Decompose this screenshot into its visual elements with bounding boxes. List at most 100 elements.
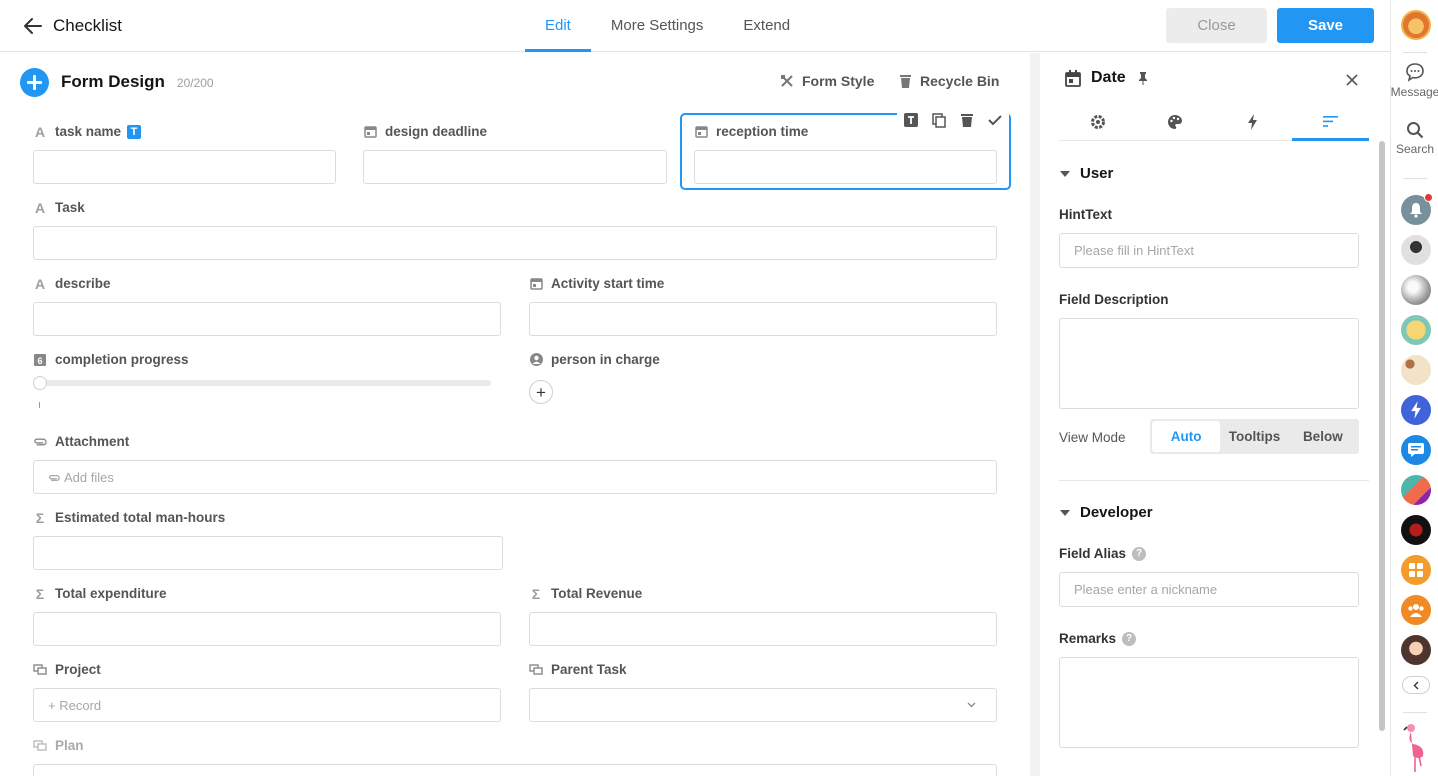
- add-files-dropzone[interactable]: Add files: [33, 460, 997, 494]
- field-total-expenditure[interactable]: Σ Total expenditure: [33, 586, 501, 648]
- save-button[interactable]: Save: [1277, 8, 1374, 43]
- text-field-icon: A: [34, 275, 46, 292]
- field-activity-start-time[interactable]: Activity start time: [529, 276, 997, 338]
- remarks-label-text: Remarks: [1059, 631, 1117, 646]
- close-icon[interactable]: [1343, 71, 1361, 89]
- add-field-icon[interactable]: [20, 67, 49, 97]
- help-icon[interactable]: ?: [1122, 631, 1137, 646]
- field-total-revenue[interactable]: Σ Total Revenue: [529, 586, 997, 648]
- delete-icon[interactable]: [955, 109, 979, 131]
- hint-text-label: HintText: [1059, 207, 1112, 222]
- app-avatar-2[interactable]: [1401, 275, 1431, 305]
- field-parent-task[interactable]: Parent Task: [529, 662, 997, 724]
- copy-icon[interactable]: [927, 109, 951, 131]
- sort-lines-icon: [1322, 116, 1338, 127]
- search-button[interactable]: Search: [1391, 121, 1438, 156]
- field-alias-label-text: Field Alias: [1059, 546, 1127, 561]
- estimated-man-hours-input[interactable]: [33, 536, 503, 570]
- field-alias-input[interactable]: Please enter a nickname: [1059, 572, 1359, 607]
- parent-task-select[interactable]: [529, 688, 997, 722]
- add-record-button[interactable]: + Record: [33, 688, 501, 722]
- remarks-textarea[interactable]: [1059, 657, 1359, 748]
- tab-display[interactable]: [1291, 103, 1370, 141]
- help-icon[interactable]: ?: [1132, 546, 1147, 561]
- close-button[interactable]: Close: [1166, 8, 1267, 43]
- total-expenditure-input[interactable]: [33, 612, 501, 646]
- app-avatar-4[interactable]: [1401, 355, 1431, 385]
- field-label: reception time: [716, 124, 809, 139]
- check-icon[interactable]: [983, 109, 1007, 131]
- tab-settings[interactable]: [1059, 103, 1137, 140]
- app-avatar-5[interactable]: [1401, 395, 1431, 425]
- reception-time-input[interactable]: [694, 150, 997, 184]
- groups-icon[interactable]: [1401, 595, 1431, 625]
- user-avatar[interactable]: [1401, 10, 1431, 40]
- app-avatar-3[interactable]: [1401, 315, 1431, 345]
- app-avatar-1[interactable]: [1401, 235, 1431, 265]
- developer-section-toggle[interactable]: Developer: [1060, 504, 1153, 521]
- section-divider: [1059, 480, 1369, 481]
- tab-edit[interactable]: Edit: [525, 0, 591, 52]
- recycle-bin-button[interactable]: Recycle Bin: [899, 73, 999, 89]
- field-task[interactable]: A Task: [33, 200, 997, 262]
- apps-grid-icon[interactable]: [1401, 555, 1431, 585]
- chat-app-icon[interactable]: [1401, 435, 1431, 465]
- field-estimated-total-man-hours[interactable]: Σ Estimated total man-hours: [33, 510, 503, 572]
- field-reception-time[interactable]: reception time: [694, 124, 997, 186]
- message-label: Message: [1390, 85, 1438, 99]
- relation-icon: [33, 663, 47, 677]
- tab-style[interactable]: [1137, 103, 1215, 140]
- field-label: Project: [55, 662, 101, 677]
- field-describe[interactable]: Adescribe: [33, 276, 501, 338]
- field-label: Task: [55, 200, 85, 215]
- pin-icon[interactable]: [1138, 71, 1148, 85]
- describe-input[interactable]: [33, 302, 501, 336]
- design-deadline-input[interactable]: [363, 150, 667, 184]
- person-icon: [529, 353, 543, 367]
- task-name-input[interactable]: [33, 150, 336, 184]
- field-design-deadline[interactable]: design deadline: [363, 124, 667, 186]
- search-label: Search: [1395, 142, 1435, 156]
- add-person-button[interactable]: +: [529, 380, 553, 404]
- form-design-pane: Form Design 20/200 Form Style Recycle Bi…: [0, 53, 1030, 776]
- field-attachment[interactable]: Attachment Add files: [33, 434, 997, 496]
- hint-text-input[interactable]: Please fill in HintText: [1059, 233, 1359, 268]
- back-arrow-icon[interactable]: [22, 15, 44, 37]
- text-field-icon: A: [34, 123, 46, 140]
- flamingo-mascot-icon[interactable]: [1403, 722, 1429, 772]
- field-description-textarea[interactable]: [1059, 318, 1359, 409]
- form-style-icon: [781, 75, 793, 87]
- collapse-rail-button[interactable]: [1402, 676, 1430, 694]
- total-revenue-input[interactable]: [529, 612, 997, 646]
- notifications-app-icon[interactable]: [1401, 193, 1433, 225]
- triangle-down-icon: [1060, 170, 1070, 177]
- tab-actions[interactable]: [1214, 103, 1292, 140]
- field-project[interactable]: Project + Record: [33, 662, 501, 724]
- app-avatar-6[interactable]: [1401, 475, 1431, 505]
- tab-extend[interactable]: Extend: [723, 0, 810, 52]
- task-input[interactable]: [33, 226, 997, 260]
- field-plan[interactable]: Plan: [33, 738, 997, 776]
- people-icon: [1408, 604, 1424, 617]
- field-completion-progress[interactable]: 6 completion progress: [33, 352, 501, 414]
- bolt-icon: [1248, 113, 1258, 130]
- field-person-in-charge[interactable]: person in charge +: [529, 352, 997, 414]
- message-button[interactable]: Message: [1391, 62, 1438, 99]
- form-style-button[interactable]: Form Style: [780, 73, 874, 89]
- tab-more-settings[interactable]: More Settings: [591, 0, 724, 52]
- app-avatar-7[interactable]: [1401, 515, 1431, 545]
- view-mode-tooltips[interactable]: Tooltips: [1220, 421, 1288, 452]
- app-avatar-8[interactable]: [1401, 635, 1431, 665]
- field-label: Total expenditure: [55, 586, 167, 601]
- set-title-icon[interactable]: [899, 109, 923, 131]
- activity-start-time-input[interactable]: [529, 302, 997, 336]
- progress-slider-track[interactable]: [39, 380, 491, 386]
- user-section-toggle[interactable]: User: [1060, 165, 1113, 182]
- add-files-label: Add files: [64, 470, 114, 485]
- view-mode-below[interactable]: Below: [1289, 421, 1357, 452]
- field-task-name[interactable]: Atask name T: [33, 124, 336, 186]
- properties-scrollbar[interactable]: [1379, 141, 1385, 731]
- view-mode-auto[interactable]: Auto: [1152, 421, 1221, 452]
- progress-slider-handle[interactable]: [33, 376, 47, 390]
- plan-input[interactable]: [33, 764, 997, 776]
